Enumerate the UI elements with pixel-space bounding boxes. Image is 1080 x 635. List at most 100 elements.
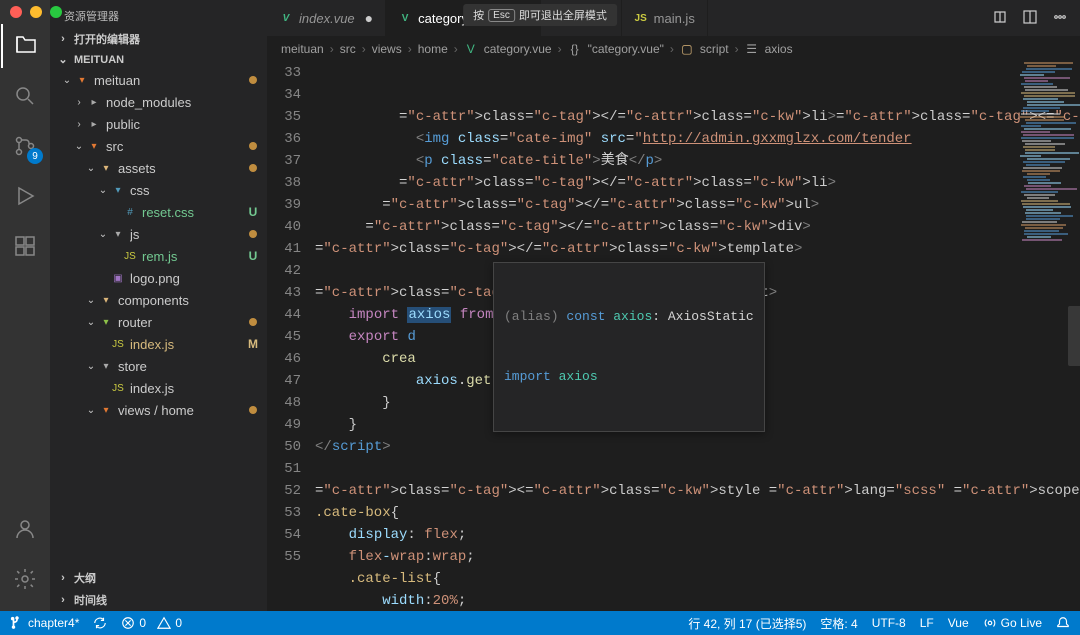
tree-item[interactable]: ⌄▾src [50,135,267,157]
breadcrumb-icon: ▢ [680,42,694,56]
breadcrumb[interactable]: meituan›src›views›home›Vcategory.vue›{}"… [267,36,1080,62]
tree-item[interactable]: ⌄▾css [50,179,267,201]
tree-item[interactable]: JSrem.jsU [50,245,267,267]
tree-item[interactable]: ⌄▾assets [50,157,267,179]
git-branch[interactable]: chapter4* [10,616,79,630]
folder-icon: ▸ [86,116,102,132]
code-editor[interactable]: 3334353637383940414243444546474849505152… [267,62,1080,611]
modified-dot-icon [249,164,257,172]
indent[interactable]: 空格: 4 [820,615,857,632]
tree-item[interactable]: ›▸public [50,113,267,135]
modified-dot-icon [249,230,257,238]
tree-item[interactable]: ⌄▾js [50,223,267,245]
breadcrumb-item[interactable]: "category.vue" [588,42,664,56]
breadcrumb-item[interactable]: views [372,42,402,56]
breadcrumb-item[interactable]: meituan [281,42,324,56]
tree-item[interactable]: ⌄▾components [50,289,267,311]
timeline-section[interactable]: ›时间线 [50,589,267,611]
folder-icon: ▾ [110,182,126,198]
folder-icon: ▾ [98,292,114,308]
overview-ruler[interactable] [1068,306,1080,366]
intellisense-hover: (alias) const axios: AxiosStatic import … [493,262,765,432]
file-icon: JS [110,336,126,352]
breadcrumb-icon: ☰ [745,42,759,56]
fullscreen-tip: 按 Esc 即可退出全屏模式 [463,4,617,26]
esc-key-icon: Esc [488,9,515,22]
sync-icon[interactable] [93,616,107,630]
breadcrumb-icon: {} [568,42,582,56]
tree-item[interactable]: #reset.cssU [50,201,267,223]
activity-bar: 9 [0,0,50,611]
modified-dot-icon [249,318,257,326]
line-gutter: 3334353637383940414243444546474849505152… [267,62,315,611]
close-window[interactable] [10,6,22,18]
folder-icon: ▾ [98,160,114,176]
folder-icon: ▸ [86,94,102,110]
go-live[interactable]: Go Live [983,616,1042,630]
modified-dot-icon [249,406,257,414]
folder-icon: ▾ [110,226,126,242]
sidebar-title: 资源管理器 [50,0,267,28]
tree-item[interactable]: ⌄▾store [50,355,267,377]
modified-dot-icon [249,76,257,84]
minimize-window[interactable] [30,6,42,18]
account-icon[interactable] [1,507,49,551]
tab-file-icon: JS [634,11,648,25]
open-editors-section[interactable]: ›打开的编辑器 [50,28,267,50]
problems[interactable]: 0 0 [121,616,182,630]
tree-item[interactable]: JSindex.js [50,377,267,399]
explorer-icon[interactable] [1,24,49,68]
extensions-icon[interactable] [1,224,49,268]
breadcrumb-icon: V [464,42,478,56]
file-icon: JS [122,248,138,264]
scm-icon[interactable]: 9 [1,124,49,168]
language-mode[interactable]: Vue [948,616,969,630]
breadcrumb-item[interactable]: script [700,42,729,56]
tree-item[interactable]: ⌄▾views / home [50,399,267,421]
editor-tab[interactable]: JSmain.js [622,0,708,36]
dirty-dot-icon: ● [365,10,373,26]
breadcrumb-item[interactable]: axios [765,42,793,56]
git-status: U [245,249,261,263]
modified-dot-icon [249,142,257,150]
compare-icon[interactable] [992,9,1008,28]
status-bar: chapter4* 0 0 行 42, 列 17 (已选择5) 空格: 4 UT… [0,611,1080,635]
file-icon: # [122,204,138,220]
cursor-position[interactable]: 行 42, 列 17 (已选择5) [688,615,806,632]
settings-gear-icon[interactable] [1,557,49,601]
git-status: U [245,205,261,219]
split-icon[interactable] [1022,9,1038,28]
editor-tab[interactable]: Vindex.vue● [267,0,386,36]
project-section[interactable]: ⌄MEITUAN [50,50,267,69]
maximize-window[interactable] [50,6,62,18]
file-icon: ▣ [110,270,126,286]
folder-icon: ▾ [98,314,114,330]
eol[interactable]: LF [920,616,934,630]
folder-icon: ▾ [98,402,114,418]
tree-item[interactable]: ⌄▾meituan [50,69,267,91]
debug-icon[interactable] [1,174,49,218]
tab-file-icon: V [279,11,293,25]
outline-section[interactable]: ›大纲 [50,567,267,589]
folder-icon: ▾ [98,358,114,374]
notifications-icon[interactable] [1056,616,1070,630]
tree-item[interactable]: ⌄▾router [50,311,267,333]
explorer-sidebar: 资源管理器 ›打开的编辑器 ⌄MEITUAN ⌄▾meituan›▸node_m… [50,0,267,611]
search-icon[interactable] [1,74,49,118]
tree-item[interactable]: JSindex.jsM [50,333,267,355]
breadcrumb-item[interactable]: home [418,42,448,56]
encoding[interactable]: UTF-8 [872,616,906,630]
scm-badge: 9 [27,148,43,164]
more-icon[interactable] [1052,9,1068,28]
breadcrumb-item[interactable]: category.vue [484,42,552,56]
code-lines[interactable]: ="c-attr">class="c-tag"></="c-attr">clas… [315,62,1080,611]
editor-tabs: Vindex.vue●Vcategory.vue×●JSrem.jsJSmain… [267,0,1080,36]
breadcrumb-item[interactable]: src [340,42,356,56]
folder-icon: ▾ [86,138,102,154]
folder-icon: ▾ [74,72,90,88]
file-icon: JS [110,380,126,396]
tree-item[interactable]: ▣logo.png [50,267,267,289]
tree-item[interactable]: ›▸node_modules [50,91,267,113]
tab-file-icon: V [398,11,412,25]
window-controls[interactable] [10,6,62,18]
